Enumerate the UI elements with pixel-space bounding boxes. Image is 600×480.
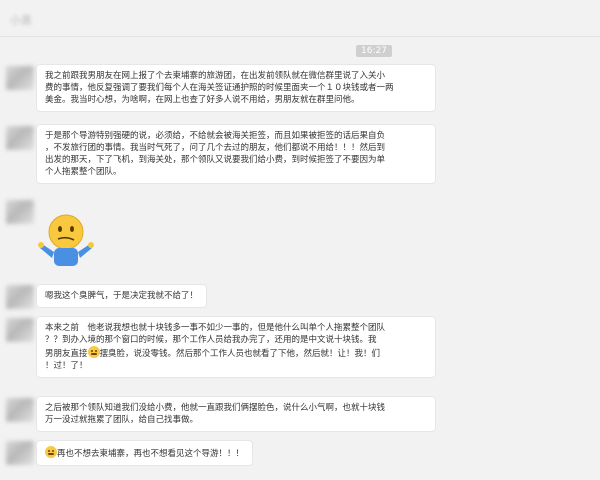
message-line: 个人拖累整个团队。 bbox=[45, 167, 122, 177]
message-line: 美金。我当时心想，为啥啊，在网上也查了好多人说不用给，男朋友就在群里问他。 bbox=[45, 95, 360, 105]
grin-emoji-icon bbox=[87, 346, 100, 358]
avatar[interactable] bbox=[6, 398, 34, 422]
message-line: 之后被那个领队知道我们没给小费，他就一直跟我们俩摆脸色，说什么小气啊，也就十块钱 bbox=[45, 403, 386, 413]
avatar[interactable] bbox=[6, 318, 34, 342]
message-line: ？？到办入境的那个窗口的时候，那个工作人员给我办完了，还用的是中文说十块钱。我 bbox=[45, 335, 377, 345]
message-bubble[interactable]: 我之前跟我男朋友在网上报了个去柬埔寨的旅游团，在出发前领队就在微信群里说了入关小… bbox=[36, 64, 436, 112]
avatar[interactable] bbox=[6, 66, 34, 90]
message-text: 摆臭脸，说没零钱。然后那个工作人员也就看了下他，然后就！让！我！们 bbox=[99, 349, 381, 359]
message-line: 出发的那天，下了飞机，到海关处，那个领队又说要我们给小费，到时候拒签了不要因为单 bbox=[45, 155, 386, 165]
avatar[interactable] bbox=[6, 285, 34, 309]
avatar[interactable] bbox=[6, 200, 34, 224]
message-timestamp: 16:27 bbox=[356, 45, 392, 57]
thinking-face-sticker[interactable] bbox=[36, 208, 100, 268]
message-text: 再也不想去柬埔寨，再也不想看见这个导游！！！ bbox=[57, 449, 245, 459]
message-line: 嗯我这个臭脾气，于是决定我就不给了！ bbox=[45, 291, 199, 301]
message-line: ！过！了！ bbox=[45, 361, 88, 371]
message-text: 男朋友直接 bbox=[45, 349, 88, 359]
header-divider bbox=[0, 36, 600, 37]
message-line: 万一没过就拖累了团队，给自己找事做。 bbox=[45, 415, 199, 425]
message-line: 我之前跟我男朋友在网上报了个去柬埔寨的旅游团，在出发前领队就在微信群里说了入关小 bbox=[45, 71, 386, 81]
chat-header: 小蒸 bbox=[0, 0, 600, 36]
message-line: 本来之前 他老说我想也就十块钱多一事不如少一事的，但是他什么叫单个人拖累整个团队 bbox=[45, 323, 386, 333]
message-bubble[interactable]: 再也不想去柬埔寨，再也不想看见这个导游！！！ bbox=[36, 440, 254, 466]
avatar[interactable] bbox=[6, 441, 34, 465]
message-bubble[interactable]: 之后被那个领队知道我们没给小费，他就一直跟我们俩摆脸色，说什么小气啊，也就十块钱… bbox=[36, 396, 436, 432]
message-line: ，不发旅行团的事情。我当时气死了，问了几个去过的朋友，他们都说不用给！！！然后到 bbox=[45, 143, 386, 153]
message-line: 于是那个导游特别强硬的说，必须给，不给就会被海关拒签，而且如果被拒签的话后果自负 bbox=[45, 131, 386, 141]
message-line: 费的事情，他反复强调了要我们每个人在海关签证通护照的时候里面夹一个１０块钱或者一… bbox=[45, 83, 394, 93]
message-line: 男朋友直接 摆臭脸，说没零钱。然后那个工作人员也就看了下他，然后就！让！我！们 bbox=[45, 346, 427, 360]
message-bubble[interactable]: 嗯我这个臭脾气，于是决定我就不给了！ bbox=[36, 284, 208, 308]
grin-emoji-icon bbox=[45, 446, 57, 458]
message-bubble[interactable]: 本来之前 他老说我想也就十块钱多一事不如少一事的，但是他什么叫单个人拖累整个团队… bbox=[36, 316, 436, 378]
contact-name: 小蒸 bbox=[10, 14, 32, 27]
avatar[interactable] bbox=[6, 126, 34, 150]
message-line: 再也不想去柬埔寨，再也不想看见这个导游！！！ bbox=[45, 446, 244, 460]
message-bubble[interactable]: 于是那个导游特别强硬的说，必须给，不给就会被海关拒签，而且如果被拒签的话后果自负… bbox=[36, 124, 436, 184]
